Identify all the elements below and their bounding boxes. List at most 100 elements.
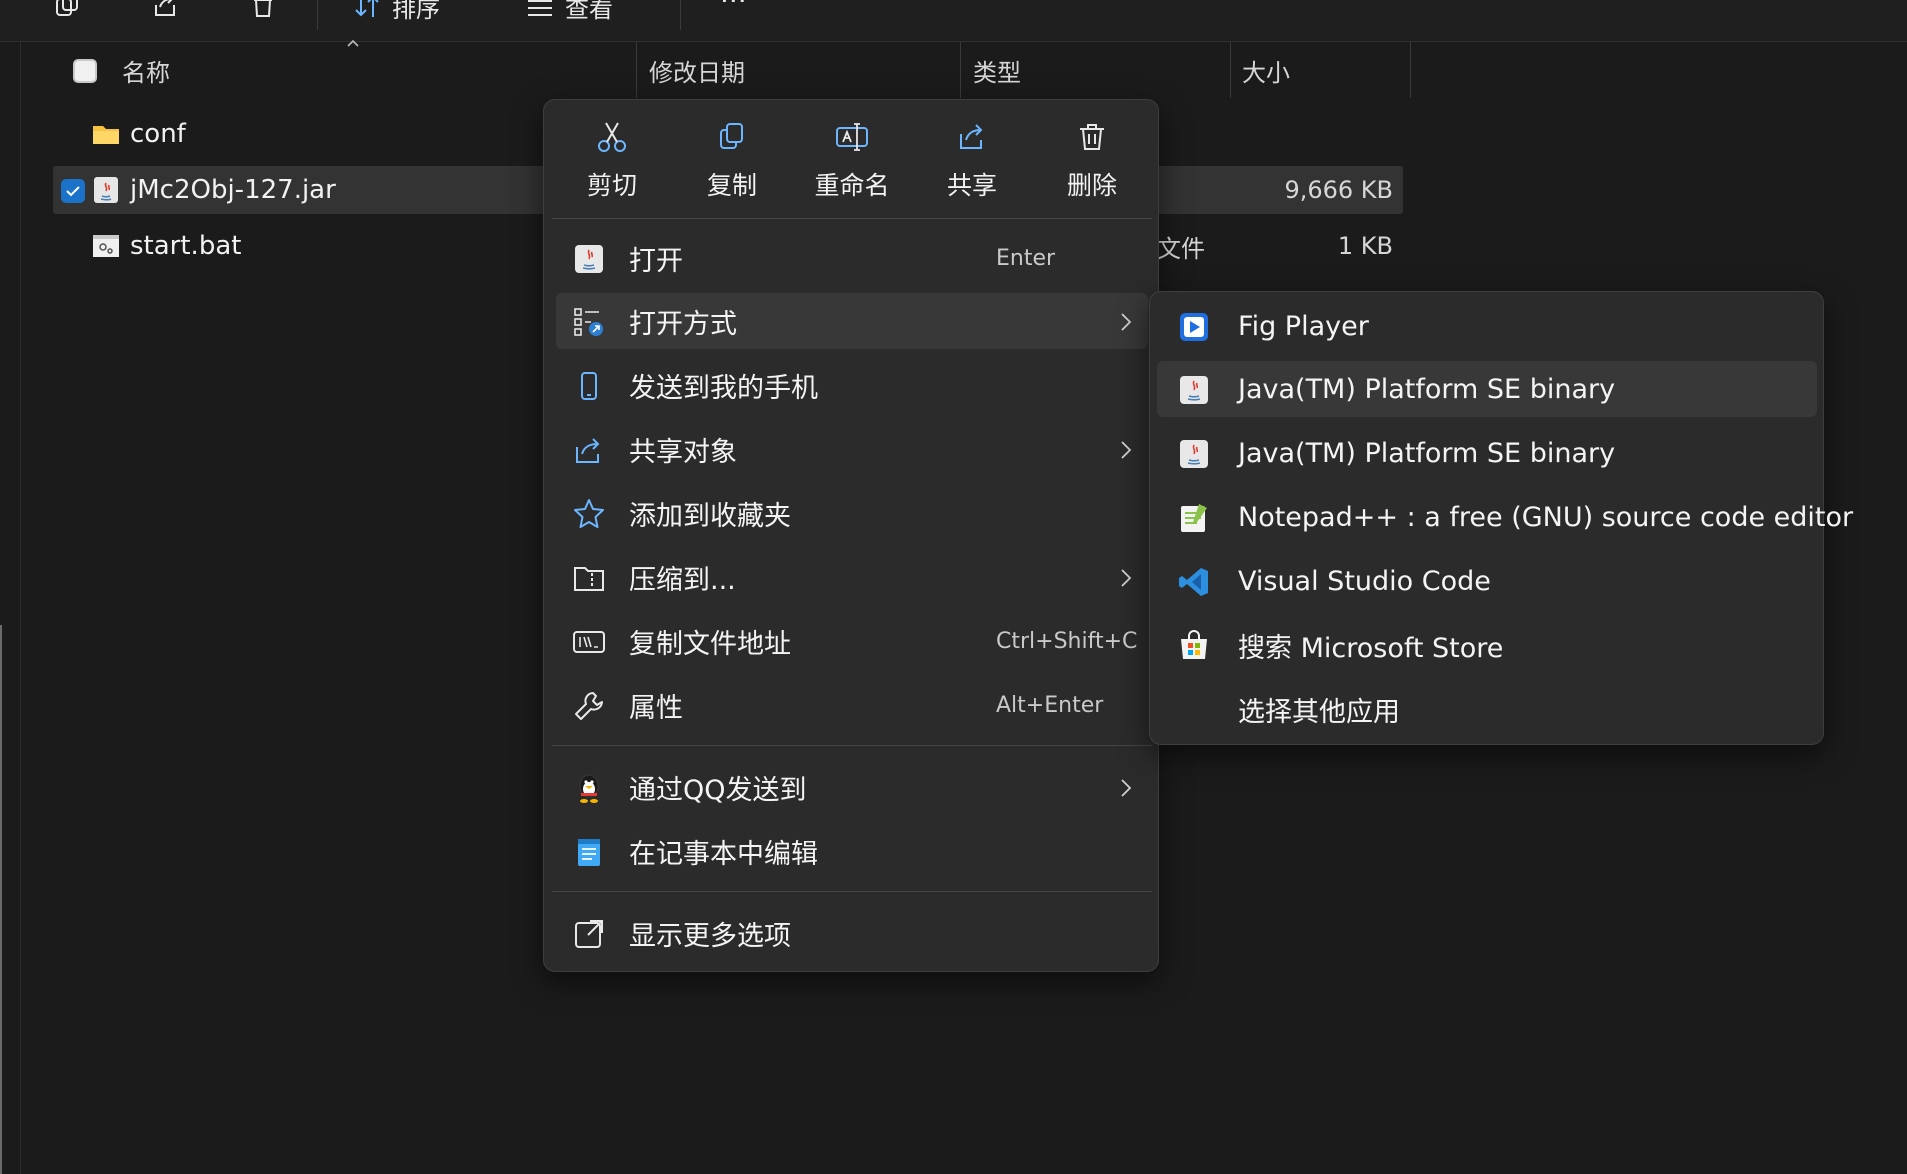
submenu-item-label: Java(TM) Platform SE binary: [1238, 373, 1616, 405]
share-button[interactable]: 共享: [917, 120, 1027, 210]
menu-item-edit-in-notepad[interactable]: 在记事本中编辑: [556, 823, 1148, 879]
select-all-checkbox[interactable]: [73, 59, 97, 83]
trash-icon: [254, 0, 272, 17]
open-with-java-1[interactable]: Java(TM) Platform SE binary: [1157, 361, 1817, 417]
toolbar-separator: [680, 0, 681, 30]
java-icon: [1180, 376, 1208, 404]
chevron-right-icon: [1121, 779, 1132, 797]
menu-item-shortcut: Ctrl+Shift+C: [996, 628, 1138, 654]
menu-item-add-to-favorites[interactable]: 添加到收藏夹: [556, 485, 1148, 541]
menu-item-label: 共享对象: [629, 436, 737, 468]
open-with-icon: [574, 308, 603, 336]
delete-button[interactable]: 删除: [1037, 120, 1147, 210]
row-checkbox-checked[interactable]: [61, 179, 85, 203]
submenu-item-label: 搜索 Microsoft Store: [1238, 632, 1504, 664]
rename-icon: [836, 123, 868, 151]
phone-icon: [581, 372, 597, 400]
menu-separator: [552, 891, 1152, 892]
menu-item-properties[interactable]: 属性 Alt+Enter: [556, 677, 1148, 733]
open-with-choose-other-app[interactable]: 选择其他应用: [1157, 681, 1817, 737]
chevron-right-icon: [1121, 441, 1132, 459]
view-button[interactable]: 查看: [525, 0, 613, 24]
java-icon: [1180, 440, 1208, 468]
fig-player-icon: [1180, 313, 1208, 341]
column-divider[interactable]: [1230, 42, 1231, 98]
menu-item-send-via-qq[interactable]: 通过QQ发送到: [556, 759, 1148, 815]
file-name: start.bat: [130, 231, 242, 261]
menu-item-open[interactable]: 打开 Enter: [556, 230, 1148, 286]
column-header-type-label: 类型: [973, 58, 1021, 87]
view-label: 查看: [565, 0, 613, 23]
column-divider[interactable]: [1410, 42, 1411, 98]
more-label: ···: [720, 0, 747, 17]
menu-item-copy-path[interactable]: 复制文件地址 Ctrl+Shift+C: [556, 613, 1148, 669]
column-header-type[interactable]: 类型: [973, 42, 1021, 98]
column-header-modified-label: 修改日期: [649, 58, 745, 87]
more-options-icon: [575, 920, 603, 948]
cut-label: 剪切: [586, 171, 637, 200]
submenu-item-label: Fig Player: [1238, 310, 1369, 342]
navigation-scrollbar[interactable]: [0, 625, 2, 1174]
copy-label: 复制: [706, 171, 757, 200]
sort-ascending-caret-icon: [347, 39, 359, 47]
command-bar: 排序 查看 ···: [0, 0, 1907, 42]
open-with-fig-player[interactable]: Fig Player: [1157, 298, 1817, 354]
java-jar-icon: [94, 177, 118, 203]
microsoft-store-icon: [1181, 630, 1207, 659]
view-lines-icon: [528, 0, 552, 16]
copy-button[interactable]: 复制: [677, 120, 787, 210]
copy-button[interactable]: [52, 0, 82, 24]
menu-item-send-to-phone[interactable]: 发送到我的手机: [556, 357, 1148, 413]
qq-penguin-icon: [579, 774, 599, 803]
file-size: 1 KB: [1337, 232, 1393, 260]
zip-folder-icon: [574, 567, 604, 591]
delete-button[interactable]: [248, 0, 278, 24]
column-header-modified[interactable]: 修改日期: [649, 42, 745, 98]
sort-button[interactable]: 排序: [352, 0, 440, 24]
menu-item-label: 属性: [629, 692, 683, 724]
submenu-item-label: Notepad++ : a free (GNU) source code edi…: [1238, 501, 1854, 533]
rename-label: 重命名: [814, 171, 890, 200]
more-button[interactable]: ···: [710, 0, 747, 18]
share-button[interactable]: [150, 0, 180, 24]
menu-separator: [552, 745, 1152, 746]
wrench-icon: [575, 692, 603, 720]
navigation-pane-border: [20, 42, 21, 1174]
menu-item-label: 显示更多选项: [629, 920, 791, 952]
sort-label: 排序: [392, 0, 440, 23]
menu-item-label: 在记事本中编辑: [629, 838, 818, 870]
submenu-item-label: Java(TM) Platform SE binary: [1238, 437, 1616, 469]
copy-path-icon: [573, 631, 605, 653]
menu-item-compress-to[interactable]: 压缩到...: [556, 549, 1148, 605]
column-header-size-label: 大小: [1242, 58, 1290, 87]
menu-item-label: 通过QQ发送到: [629, 774, 807, 806]
share-icon: [155, 0, 175, 16]
open-with-microsoft-store[interactable]: 搜索 Microsoft Store: [1157, 617, 1817, 673]
java-icon: [575, 245, 603, 273]
column-header-size[interactable]: 大小: [1242, 42, 1290, 98]
star-icon: [574, 499, 604, 528]
cut-button[interactable]: 剪切: [557, 120, 667, 210]
open-with-notepad-plus-plus[interactable]: Notepad++ : a free (GNU) source code edi…: [1157, 489, 1853, 545]
checkmark-icon: [66, 186, 80, 197]
column-divider[interactable]: [960, 42, 961, 98]
copy-icon: [720, 123, 743, 149]
file-name: jMc2Obj-127.jar: [130, 175, 336, 205]
menu-item-open-with[interactable]: 打开方式: [556, 293, 1148, 349]
open-with-submenu: Fig Player Java(TM) Platform SE binary J…: [1149, 291, 1853, 745]
rename-button[interactable]: 重命名: [797, 120, 907, 210]
menu-item-label: 打开方式: [629, 308, 737, 340]
share-icon: [960, 124, 983, 149]
menu-item-show-more-options[interactable]: 显示更多选项: [556, 905, 1148, 961]
toolbar-separator: [317, 0, 318, 30]
open-with-java-2[interactable]: Java(TM) Platform SE binary: [1157, 425, 1817, 481]
sort-icon: [355, 0, 379, 17]
copy-icon: [56, 0, 78, 16]
menu-item-label: 复制文件地址: [629, 628, 791, 660]
column-divider[interactable]: [636, 42, 637, 98]
column-header-name[interactable]: 名称: [122, 42, 170, 98]
submenu-item-label: 选择其他应用: [1238, 696, 1400, 728]
batch-file-icon: [93, 235, 119, 257]
open-with-vscode[interactable]: Visual Studio Code: [1157, 553, 1817, 609]
menu-item-share-with[interactable]: 共享对象: [556, 421, 1148, 477]
